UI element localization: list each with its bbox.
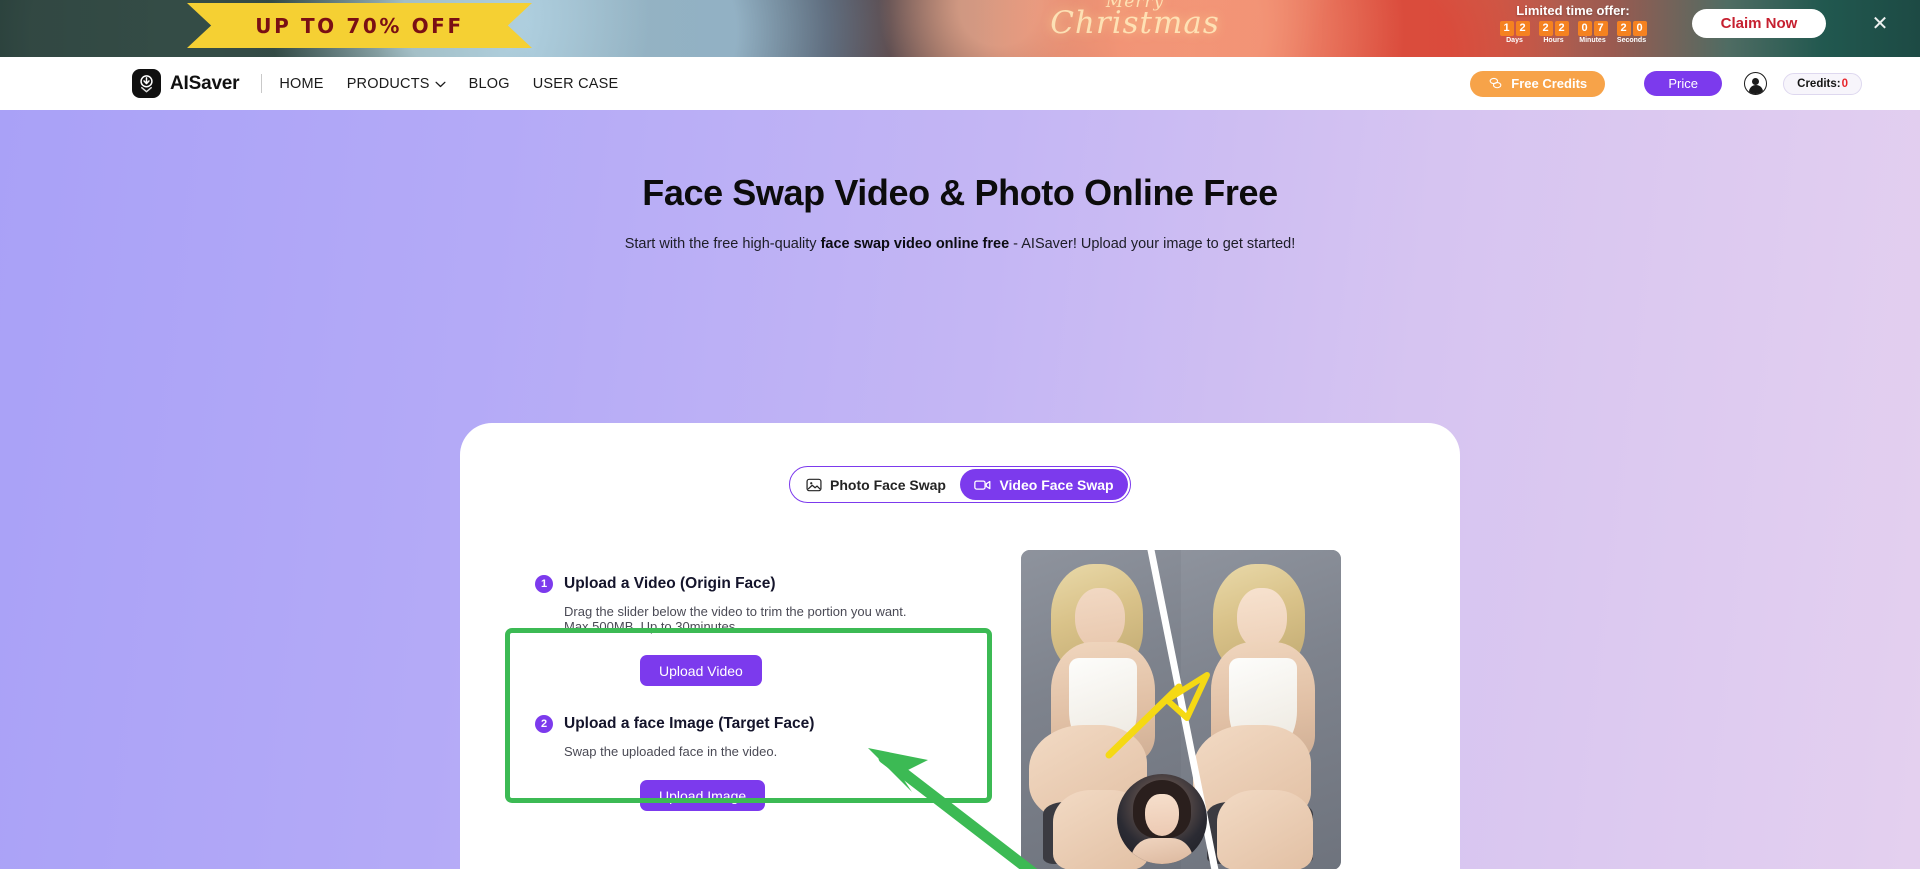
seconds-digit-2: 0 <box>1632 21 1647 36</box>
brand-name: AISaver <box>170 72 240 94</box>
nav-divider <box>261 74 263 93</box>
nav-link-user-case-label: USER CASE <box>532 75 619 92</box>
subtitle-pre: Start with the free high-quality <box>624 236 821 252</box>
hours-digit-1: 2 <box>1538 21 1553 36</box>
brand-logo[interactable]: AISaver <box>132 69 240 98</box>
step-1-description: Drag the slider below the video to trim … <box>564 604 907 634</box>
preview-target-face-thumbnail <box>1117 774 1207 864</box>
nav-links: HOME PRODUCTS BLOG USER CASE <box>279 76 618 92</box>
free-credits-button[interactable]: Free Credits <box>1470 70 1606 97</box>
xmas-line-2: Christmas <box>1050 5 1220 41</box>
xmas-line-1: Merry <box>1105 0 1165 12</box>
chevron-down-icon <box>435 76 446 92</box>
upload-image-button[interactable]: Upload Image <box>640 780 766 812</box>
promo-banner: Merry Christmas UP TO 70% OFF Limited ti… <box>0 0 1920 57</box>
days-digit-1: 1 <box>1499 21 1514 36</box>
discount-ribbon: UP TO 70% OFF <box>187 3 532 48</box>
minutes-digit-1: 0 <box>1577 21 1592 36</box>
tab-video-face-swap[interactable]: Video Face Swap <box>960 469 1128 500</box>
nav-link-user-case[interactable]: USER CASE <box>533 76 619 92</box>
download-arrow-logo-icon <box>132 69 161 98</box>
merry-christmas-artwork: Merry Christmas <box>1020 0 1250 39</box>
step-1-number: 1 <box>535 575 553 593</box>
offer-title: Limited time offer: <box>1516 3 1630 18</box>
hours-digit-2: 2 <box>1554 21 1569 36</box>
coins-icon <box>1488 76 1503 91</box>
seconds-digit-1: 2 <box>1616 21 1631 36</box>
tab-photo-face-swap[interactable]: Photo Face Swap <box>792 469 960 500</box>
limited-offer-block: Limited time offer: 1 2 Days 2 2 Hours 0 <box>1468 3 1678 44</box>
user-avatar-icon[interactable] <box>1744 72 1768 95</box>
days-label: Days <box>1506 37 1523 44</box>
mode-tabs: Photo Face Swap Video Face Swap <box>789 466 1131 503</box>
seconds-label: Seconds <box>1616 37 1647 44</box>
photo-icon <box>806 477 822 493</box>
countdown-minutes: 0 7 Minutes <box>1577 21 1608 44</box>
face-swap-preview-image <box>1021 550 1341 869</box>
step-1-title: Upload a Video (Origin Face) <box>564 575 776 592</box>
page-subtitle: Start with the free high-quality face sw… <box>0 236 1920 252</box>
upload-video-button[interactable]: Upload Video <box>640 655 762 687</box>
days-digit-2: 2 <box>1515 21 1530 36</box>
step-2-description: Swap the uploaded face in the video. <box>564 744 814 759</box>
subtitle-bold: face swap video online free <box>820 236 1010 252</box>
video-camera-icon <box>974 478 991 492</box>
step-1-desc-line-2: Max 500MB, Up to 30minutes <box>564 619 736 635</box>
nav-right-actions: Free Credits Price Credits: 0 <box>1470 57 1862 110</box>
countdown-hours: 2 2 Hours <box>1538 21 1569 44</box>
nav-link-home[interactable]: HOME <box>279 76 323 92</box>
navbar: AISaver HOME PRODUCTS BLOG USER CASE Fre… <box>0 57 1920 110</box>
page-title: Face Swap Video & Photo Online Free <box>642 172 1278 213</box>
subtitle-post: - AISaver! Upload your image to get star… <box>1009 236 1296 252</box>
nav-link-products-label: PRODUCTS <box>346 75 430 92</box>
minutes-label: Minutes <box>1579 37 1606 44</box>
price-button[interactable]: Price <box>1644 71 1723 96</box>
countdown-timer: 1 2 Days 2 2 Hours 0 7 Minutes 2 0 Secon… <box>1468 21 1678 44</box>
free-credits-label: Free Credits <box>1511 76 1588 91</box>
step-2: 2 Upload a face Image (Target Face) Swap… <box>535 715 815 812</box>
nav-link-products[interactable]: PRODUCTS <box>347 76 446 92</box>
countdown-days: 1 2 Days <box>1499 21 1530 44</box>
nav-link-blog-label: BLOG <box>468 75 510 92</box>
nav-link-blog[interactable]: BLOG <box>469 76 510 92</box>
nav-link-home-label: HOME <box>279 75 324 92</box>
page-body: Face Swap Video & Photo Online Free Star… <box>0 110 1920 869</box>
tab-video-label: Video Face Swap <box>999 476 1114 493</box>
claim-now-button[interactable]: Claim Now <box>1692 9 1826 38</box>
tab-photo-label: Photo Face Swap <box>830 476 946 493</box>
step-2-desc-line-1: Swap the uploaded face in the video. <box>564 744 778 759</box>
hours-label: Hours <box>1543 37 1564 44</box>
step-1-desc-line-1: Drag the slider below the video to trim … <box>564 604 907 619</box>
step-1: 1 Upload a Video (Origin Face) Drag the … <box>535 575 907 687</box>
credits-badge[interactable]: Credits: 0 <box>1783 72 1862 95</box>
countdown-seconds: 2 0 Seconds <box>1616 21 1647 44</box>
minutes-digit-2: 7 <box>1593 21 1608 36</box>
credits-value: 0 <box>1841 77 1848 90</box>
step-2-number: 2 <box>535 715 553 733</box>
step-2-title: Upload a face Image (Target Face) <box>564 715 815 732</box>
credits-label: Credits: <box>1797 77 1841 90</box>
close-icon[interactable]: ✕ <box>1870 14 1890 35</box>
